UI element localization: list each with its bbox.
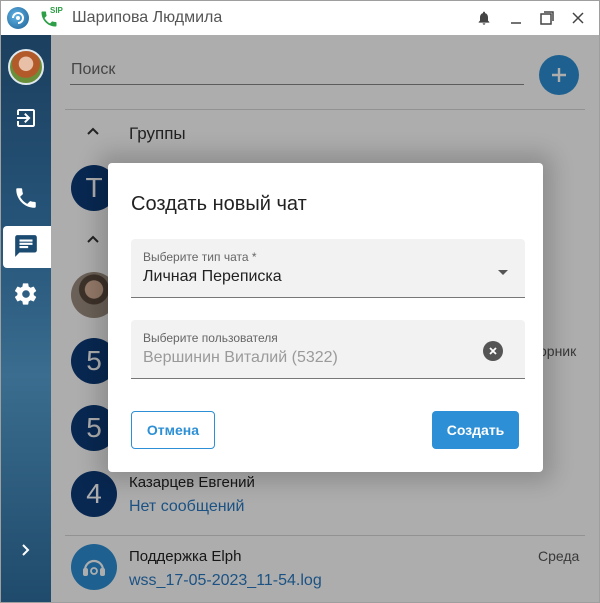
sip-label: SIP — [50, 6, 63, 15]
chevron-right-icon[interactable] — [15, 539, 37, 561]
chat-icon[interactable] — [12, 232, 40, 260]
phone-icon[interactable] — [12, 184, 40, 212]
create-chat-dialog: Создать новый чат Выберите тип чата * Ли… — [108, 163, 543, 472]
user-select[interactable]: Выберите пользователя Вершинин Виталий (… — [131, 320, 525, 379]
app-logo-icon — [7, 7, 29, 29]
bell-icon[interactable] — [473, 7, 495, 29]
gear-icon[interactable] — [12, 280, 40, 308]
sidebar — [1, 35, 51, 602]
dropdown-arrow-icon[interactable] — [497, 264, 509, 282]
clear-icon[interactable] — [483, 341, 503, 361]
window-title: Шарипова Людмила — [72, 9, 223, 26]
minimize-icon[interactable] — [505, 7, 527, 29]
close-icon[interactable] — [567, 7, 589, 29]
logout-icon[interactable] — [12, 104, 40, 132]
chat-type-value: Личная Переписка — [143, 268, 282, 285]
title-bar: SIP Шарипова Людмила — [1, 1, 599, 35]
create-button[interactable]: Создать — [432, 411, 519, 449]
sip-phone-icon: SIP — [39, 6, 65, 29]
maximize-icon[interactable] — [536, 7, 558, 29]
cancel-button[interactable]: Отмена — [131, 411, 215, 449]
user-value: Вершинин Виталий (5322) — [143, 349, 338, 366]
chat-type-select[interactable]: Выберите тип чата * Личная Переписка — [131, 239, 525, 298]
user-avatar[interactable] — [8, 49, 44, 85]
app-window: SIP Шарипова Людмила Поиск Группы T 5 ор… — [0, 0, 600, 603]
chat-type-label: Выберите тип чата * — [143, 250, 257, 264]
dialog-title: Создать новый чат — [131, 193, 307, 215]
user-label: Выберите пользователя — [143, 331, 278, 345]
